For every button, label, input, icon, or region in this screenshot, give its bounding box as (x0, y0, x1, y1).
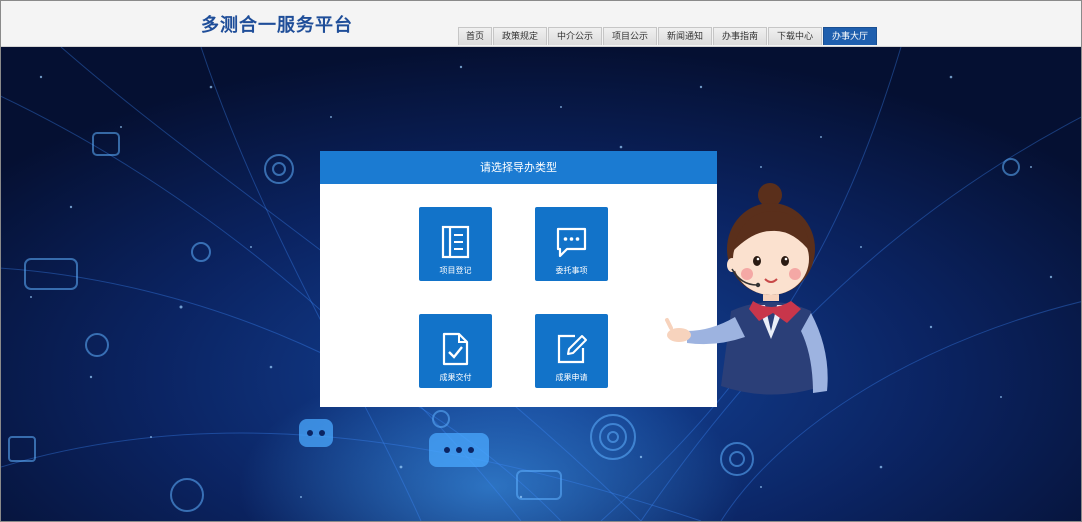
nav-tab-policy[interactable]: 政策规定 (493, 27, 547, 45)
customer-service-assistant-illustration (665, 183, 828, 395)
panel-title: 请选择导办类型 (320, 151, 717, 184)
top-header: 多测合一服务平台 首页 政策规定 中介公示 项目公示 新闻通知 办事指南 下载中… (1, 1, 1081, 47)
service-type-panel: 请选择导办类型 项目登记 委托事项 成果交付 成果申请 (320, 151, 717, 407)
nav-tab-home[interactable]: 首页 (458, 27, 492, 45)
tile-label: 成果交付 (439, 373, 472, 382)
tile-entrusted-matters[interactable]: 委托事项 (535, 207, 608, 281)
nav-tab-news[interactable]: 新闻通知 (658, 27, 712, 45)
nav-tab-download[interactable]: 下载中心 (768, 27, 822, 45)
nav-tab-agency-notice[interactable]: 中介公示 (548, 27, 602, 45)
tile-label: 委托事项 (555, 266, 588, 275)
nav-tab-guide[interactable]: 办事指南 (713, 27, 767, 45)
document-list-icon (441, 225, 470, 259)
edit-icon (557, 334, 587, 364)
tile-result-delivery[interactable]: 成果交付 (419, 314, 492, 388)
main-nav: 首页 政策规定 中介公示 项目公示 新闻通知 办事指南 下载中心 办事大厅 (458, 27, 878, 46)
tile-label: 成果申请 (555, 373, 588, 382)
nav-tab-service-hall[interactable]: 办事大厅 (823, 27, 877, 45)
document-check-icon (442, 332, 469, 366)
nav-tab-project-notice[interactable]: 项目公示 (603, 27, 657, 45)
tile-label: 项目登记 (439, 266, 472, 275)
site-title: 多测合一服务平台 (201, 15, 353, 36)
chat-bubble-icon (556, 227, 587, 258)
app-frame: 多测合一服务平台 首页 政策规定 中介公示 项目公示 新闻通知 办事指南 下载中… (0, 0, 1082, 522)
tile-project-registration[interactable]: 项目登记 (419, 207, 492, 281)
tile-result-application[interactable]: 成果申请 (535, 314, 608, 388)
